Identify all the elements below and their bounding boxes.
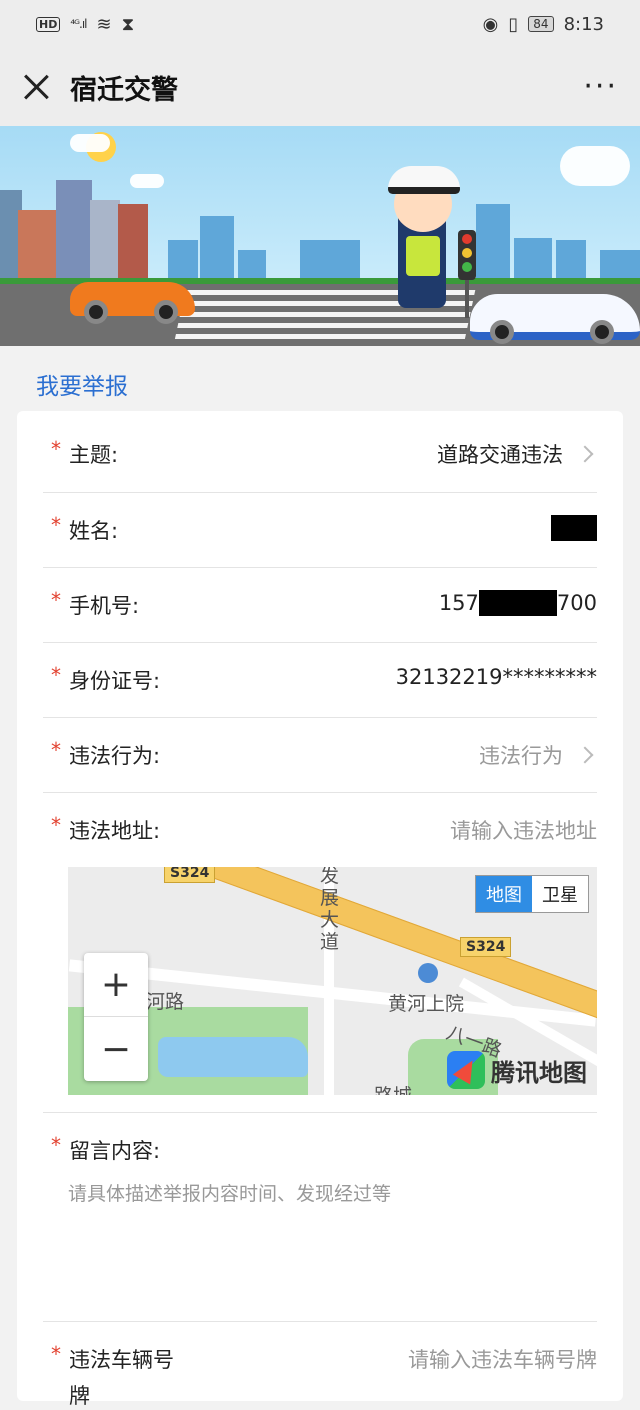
required-mark: *	[51, 1342, 61, 1366]
phone-row[interactable]: * 手机号: 157 700	[43, 568, 597, 643]
id-value: 32132219*********	[395, 665, 597, 689]
building-icon	[418, 963, 438, 983]
map-provider-name: 腾讯地图	[491, 1058, 587, 1087]
name-row[interactable]: * 姓名:	[43, 493, 597, 568]
map-provider-logo: 腾讯地图	[447, 1051, 587, 1089]
traffic-light-icon	[458, 230, 476, 280]
title-bar: 宿迁交警 ···	[0, 48, 640, 126]
signal-icon: ⁴ᴳ.ıl	[70, 17, 87, 31]
close-icon[interactable]	[22, 73, 50, 101]
message-label: 留言内容:	[69, 1139, 161, 1163]
eye-icon: ◉	[482, 13, 499, 35]
page-title: 宿迁交警	[70, 74, 178, 106]
address-input[interactable]: 请输入违法地址	[450, 815, 597, 845]
banner-illustration	[0, 126, 640, 346]
battery-indicator: 84	[528, 16, 554, 32]
subject-label: 主题:	[69, 443, 119, 467]
required-mark: *	[51, 663, 61, 687]
message-row[interactable]: * 留言内容:	[43, 1113, 597, 1322]
name-label: 姓名:	[69, 519, 119, 543]
map-view-button[interactable]: 地图	[476, 876, 532, 912]
map-label: 黄河上院	[388, 993, 465, 1015]
required-mark: *	[51, 588, 61, 612]
plate-row[interactable]: * 违法车辆号 牌 请输入违法车辆号牌	[43, 1322, 597, 1408]
plate-label-cont: 牌	[69, 1384, 90, 1408]
zoom-in-button[interactable]: +	[84, 953, 148, 1017]
clock: 8:13	[563, 13, 604, 35]
satellite-view-button[interactable]: 卫星	[532, 876, 588, 912]
required-mark: *	[51, 513, 61, 537]
address-label: 违法地址:	[69, 819, 161, 843]
zoom-control: + −	[84, 953, 148, 1081]
subject-row[interactable]: * 主题: 道路交通违法	[43, 411, 597, 493]
violation-label: 违法行为:	[69, 744, 161, 768]
redaction-block	[551, 515, 597, 541]
id-row[interactable]: * 身份证号: 32132219*********	[43, 643, 597, 718]
phone-suffix: 700	[556, 591, 597, 615]
zoom-out-button[interactable]: −	[84, 1017, 148, 1081]
map-type-toggle: 地图 卫星	[475, 875, 589, 913]
plate-label: 违法车辆号	[69, 1348, 174, 1372]
more-icon[interactable]: ···	[583, 72, 618, 102]
road-shield: S324	[460, 937, 512, 957]
vibrate-icon: ▯	[508, 13, 519, 35]
plate-input[interactable]: 请输入违法车辆号牌	[408, 1344, 597, 1374]
redaction-block	[478, 590, 557, 616]
chevron-right-icon	[576, 445, 594, 463]
police-car	[470, 294, 640, 344]
required-mark: *	[51, 813, 61, 837]
phone-label: 手机号:	[69, 594, 140, 618]
subject-value: 道路交通违法	[437, 443, 563, 467]
required-mark: *	[51, 1133, 61, 1157]
status-bar: HD ⁴ᴳ.ıl ≋ ⧗ ◉ ▯ 84 8:13	[0, 0, 640, 48]
wifi-icon: ≋	[96, 13, 112, 35]
location-map[interactable]: S324 S324 发展大道 河路 黄河上院 八一路 路城 地图 卫星 + − …	[68, 867, 597, 1095]
phone-prefix: 157	[438, 591, 479, 615]
map-label: 河路	[146, 991, 185, 1013]
tencent-map-icon	[447, 1051, 485, 1089]
map-label: 发展大道	[320, 867, 340, 953]
violation-placeholder: 违法行为	[479, 744, 563, 768]
orange-car	[70, 282, 195, 324]
report-form: * 主题: 道路交通违法 * 姓名: * 手机号: 157 700 * 身份证号…	[17, 411, 623, 1408]
violation-row[interactable]: * 违法行为: 违法行为	[43, 718, 597, 793]
required-mark: *	[51, 437, 61, 461]
hd-badge: HD	[36, 16, 61, 32]
required-mark: *	[51, 738, 61, 762]
id-label: 身份证号:	[69, 669, 161, 693]
road-shield: S324	[164, 867, 216, 883]
chevron-right-icon	[576, 746, 594, 764]
hourglass-icon: ⧗	[121, 13, 135, 35]
message-textarea[interactable]: 请具体描述举报内容时间、发现经过等	[68, 1179, 391, 1206]
map-label: 路城	[374, 1081, 412, 1095]
